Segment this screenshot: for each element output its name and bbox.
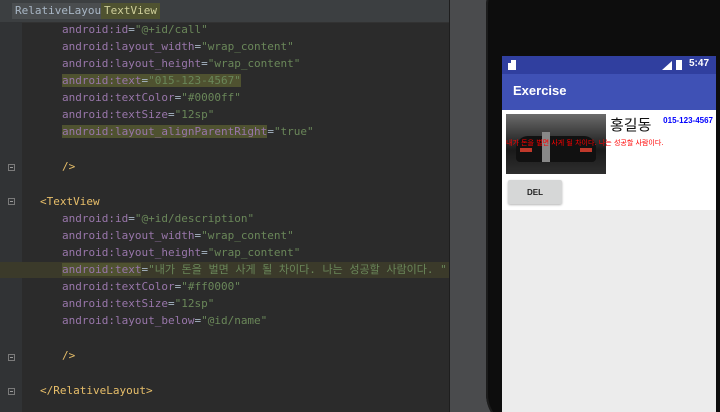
- code-line: android:textColor="#0000ff": [0, 90, 449, 106]
- code-line: android:textSize="12sp": [0, 107, 449, 123]
- app-title: Exercise: [513, 83, 567, 98]
- code-line: android:id="@+id/description": [0, 211, 449, 227]
- breadcrumb-item-relativelayout[interactable]: RelativeLayout: [12, 3, 111, 19]
- code-line: android:layout_height="wrap_content": [0, 56, 449, 72]
- breadcrumb: RelativeLayout TextView: [0, 0, 449, 23]
- code-attribute: :layout_below: [108, 314, 195, 327]
- code-attribute: :id: [108, 23, 129, 36]
- code-namespace: android: [62, 263, 109, 276]
- code-value: "wrap_content": [201, 229, 294, 242]
- code-line: android:textSize="12sp": [0, 296, 449, 312]
- code-attribute: :text: [108, 263, 142, 276]
- code-value: "#ff0000": [181, 280, 241, 293]
- code-value: "wrap_content": [201, 40, 294, 53]
- code-value: "#0000ff": [181, 91, 241, 104]
- code-operator: =: [267, 125, 274, 138]
- code-attribute: :textSize: [108, 297, 168, 310]
- code-value: "내가 돈을 벌면 사게 될 차이다. 나는 성공할 사람이다. ": [148, 263, 447, 276]
- code-attribute: :layout_alignParentRight: [108, 125, 268, 138]
- code-namespace: android: [62, 74, 109, 87]
- code-value: "@+id/call": [134, 23, 208, 36]
- code-attribute: :layout_width: [108, 229, 195, 242]
- sd-card-icon: [508, 60, 516, 70]
- code-line: />: [0, 348, 449, 364]
- call-text: 015-123-4567: [663, 116, 713, 125]
- code-value: "015-123-4567": [148, 74, 241, 87]
- code-operator: =: [128, 23, 135, 36]
- code-operator: =: [201, 57, 208, 70]
- code-value: "@+id/description": [134, 212, 255, 225]
- code-tag-end: </RelativeLayout>: [40, 384, 153, 397]
- list-item: 홍길동 015-123-4567 내가 돈을 벌면 사게 될 차이다. 나는 성…: [502, 110, 716, 210]
- code-value: "true": [273, 125, 314, 138]
- status-bar: 5:47: [502, 56, 716, 74]
- code-tag-close: />: [62, 349, 76, 362]
- code-value: "@id/name": [201, 314, 268, 327]
- code-namespace: android: [62, 125, 109, 138]
- code-namespace: android: [62, 246, 109, 259]
- code-namespace: android: [62, 297, 109, 310]
- code-namespace: android: [62, 108, 109, 121]
- code-line-current: android:text="내가 돈을 벌면 사게 될 차이다. 나는 성공할 …: [0, 262, 449, 278]
- delete-button[interactable]: DEL: [508, 180, 562, 204]
- code-line: </RelativeLayout>: [0, 383, 449, 399]
- code-attribute: :textColor: [108, 91, 175, 104]
- code-line: <TextView: [0, 194, 449, 210]
- code-namespace: android: [62, 23, 109, 36]
- code-value: "12sp": [174, 297, 215, 310]
- code-attribute: :layout_height: [108, 57, 202, 70]
- code-namespace: android: [62, 91, 109, 104]
- name-text: 홍길동: [610, 116, 652, 134]
- code-attribute: :layout_height: [108, 246, 202, 259]
- code-value: "wrap_content": [207, 246, 301, 259]
- code-line: android:textColor="#ff0000": [0, 279, 449, 295]
- description-text: 내가 돈을 벌면 사게 될 차이다. 나는 성공할 사람이다.: [506, 139, 664, 147]
- code-line: android:layout_below="@id/name": [0, 313, 449, 329]
- code-line: android:layout_width="wrap_content": [0, 228, 449, 244]
- code-attribute: :textSize: [108, 108, 168, 121]
- code-attribute: :id: [108, 212, 129, 225]
- car-taillight-right: [580, 148, 592, 152]
- code-operator: =: [128, 212, 135, 225]
- code-namespace: android: [62, 40, 109, 53]
- code-attribute: :layout_width: [108, 40, 195, 53]
- code-line: android:text="015-123-4567": [0, 73, 449, 89]
- code-operator: =: [167, 297, 175, 310]
- code-operator: =: [201, 246, 208, 259]
- code-operator: =: [167, 108, 175, 121]
- code-line: android:id="@+id/call": [0, 22, 449, 38]
- breadcrumb-item-textview[interactable]: TextView: [101, 3, 160, 19]
- code-tag-close: />: [62, 160, 76, 173]
- code-value: "wrap_content": [207, 57, 301, 70]
- code-namespace: android: [62, 229, 109, 242]
- code-value: "12sp": [174, 108, 215, 121]
- device-screen: 5:47 Exercise 홍길동 015-123-4567 내가 돈을 벌면 …: [502, 56, 716, 412]
- code-line: android:layout_alignParentRight="true": [0, 124, 449, 140]
- status-time: 5:47: [689, 58, 710, 69]
- code-line: android:layout_height="wrap_content": [0, 245, 449, 261]
- code-namespace: android: [62, 212, 109, 225]
- signal-icon: [662, 61, 672, 70]
- code-namespace: android: [62, 280, 109, 293]
- code-line: />: [0, 159, 449, 175]
- code-line: android:layout_width="wrap_content": [0, 39, 449, 55]
- battery-icon: [676, 60, 682, 70]
- car-taillight-left: [520, 148, 532, 152]
- app-bar: Exercise: [502, 74, 716, 110]
- layout-preview-pane: 5:47 Exercise 홍길동 015-123-4567 내가 돈을 벌면 …: [450, 0, 720, 412]
- code-attribute: :textColor: [108, 280, 175, 293]
- code-tag-open: <TextView: [40, 195, 100, 208]
- code-editor[interactable]: RelativeLayout TextView android:id="@+id…: [0, 0, 449, 412]
- code-attribute: :text: [108, 74, 142, 87]
- code-namespace: android: [62, 57, 109, 70]
- code-namespace: android: [62, 314, 109, 327]
